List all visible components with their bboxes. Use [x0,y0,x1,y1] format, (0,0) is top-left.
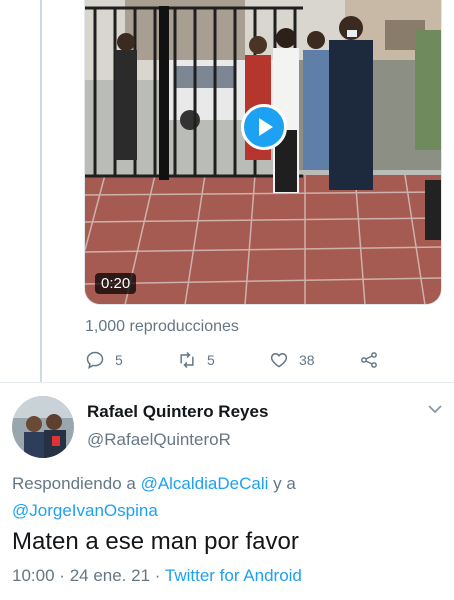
play-button[interactable] [241,104,287,150]
replying-prefix: Respondiendo a [12,474,136,493]
video-thumbnail [85,0,441,304]
video-player[interactable]: 0:20 [84,0,442,305]
replying-conjunction: y a [273,474,296,493]
tweet-divider [0,382,454,383]
reply-count: 5 [115,352,123,368]
tweet-actions-bar: 5 5 38 [85,350,385,372]
like-icon [270,352,288,368]
tweet-text: Maten a ese man por favor [12,528,299,555]
reply-icon [86,351,104,369]
play-icon [259,118,273,136]
share-icon [361,352,377,368]
retweet-icon [180,351,194,369]
meta-separator-2: · [154,566,161,585]
like-button[interactable]: 38 [269,350,315,370]
like-count: 38 [299,352,315,368]
mention-link-jorgeivanospina[interactable]: @JorgeIvanOspina [12,501,158,520]
video-duration-badge: 0:20 [95,273,137,294]
user-handle[interactable]: @RafaelQuinteroR [87,430,231,450]
tweet-metadata: 10:00 · 24 ene. 21 · Twitter for Android [12,566,302,586]
meta-separator: · [59,566,65,585]
avatar[interactable] [12,396,74,458]
retweet-button[interactable]: 5 [177,350,215,370]
replying-to: Respondiendo a @AlcaldiaDeCali y a @Jorg… [12,470,432,524]
avatar-image [12,396,74,458]
reply-button[interactable]: 5 [85,350,123,370]
thread-connector-line [40,0,42,382]
tweet-time: 10:00 [12,566,55,585]
chevron-down-icon[interactable] [428,404,442,414]
view-count: 1,000 reproducciones [85,318,239,335]
display-name[interactable]: Rafael Quintero Reyes [87,402,268,422]
tweet-source-link[interactable]: Twitter for Android [165,566,302,585]
retweet-count: 5 [207,352,215,368]
mention-link-alcaldiadecali[interactable]: @AlcaldiaDeCali [141,474,269,493]
share-button[interactable] [359,350,389,370]
tweet-date: 24 ene. 21 [69,566,151,585]
